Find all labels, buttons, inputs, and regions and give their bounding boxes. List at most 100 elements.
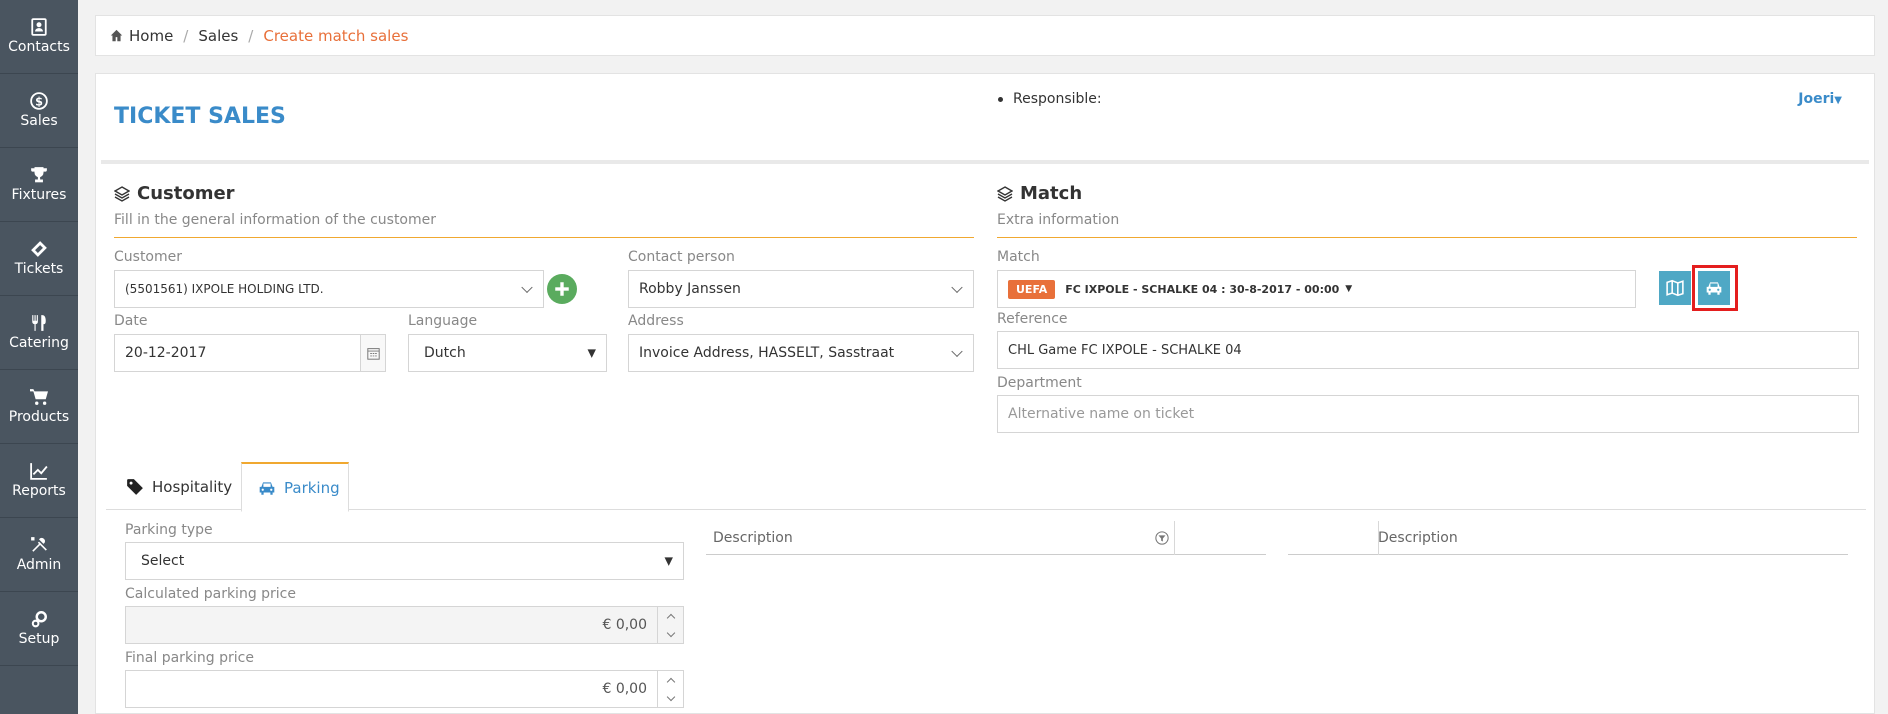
match-select[interactable]: UEFA FC IXPOLE - SCHALKE 04 : 30-8-2017 …	[997, 270, 1636, 308]
sidebar-item-label: Tickets	[14, 261, 64, 277]
calculated-price-stepper[interactable]	[657, 607, 683, 643]
breadcrumb-home[interactable]: Home	[129, 27, 173, 45]
stepper-down-icon[interactable]	[658, 625, 683, 643]
trophy-icon	[31, 167, 47, 183]
sidebar-item-setup[interactable]: Setup	[0, 592, 78, 666]
reference-value: CHL Game FC IXPOLE - SCHALKE 04	[1008, 342, 1242, 358]
customer-label: Customer	[114, 249, 183, 265]
calculated-price-input[interactable]: € 0,00	[125, 606, 684, 644]
contact-person-label: Contact person	[628, 249, 735, 265]
final-price-stepper[interactable]	[657, 671, 683, 707]
sidebar-item-products[interactable]: Products	[0, 370, 78, 444]
breadcrumb-separator: /	[248, 26, 254, 45]
calendar-button[interactable]	[360, 335, 385, 371]
parking-type-label: Parking type	[125, 522, 213, 538]
reference-label: Reference	[997, 311, 1068, 327]
breadcrumb-sales[interactable]: Sales	[198, 27, 238, 45]
caret-down-icon: ▼	[1345, 284, 1353, 294]
language-select[interactable]: Dutch ▼	[408, 334, 607, 372]
caret-down-icon: ▼	[1834, 95, 1842, 106]
tab-hospitality[interactable]: Hospitality	[114, 462, 239, 512]
customer-section-title: Customer	[114, 183, 235, 204]
department-input[interactable]: Alternative name on ticket	[997, 395, 1859, 433]
left-grid-description-header[interactable]: Description	[713, 530, 793, 546]
match-value: FC IXPOLE - SCHALKE 04 : 30-8-2017 - 00:…	[1065, 282, 1340, 296]
match-divider	[997, 237, 1857, 238]
stepper-down-icon[interactable]	[658, 689, 683, 707]
customer-subtitle: Fill in the general information of the c…	[114, 212, 436, 228]
layers-icon	[997, 185, 1013, 202]
bullet-icon	[998, 96, 1003, 102]
date-value: 20-12-2017	[125, 345, 207, 361]
sidebar-item-label: Contacts	[8, 39, 70, 55]
ticket-icon	[31, 241, 47, 257]
sidebar-item-fixtures[interactable]: Fixtures	[0, 148, 78, 222]
column-divider	[1378, 521, 1379, 555]
sidebar-item-label: Fixtures	[11, 187, 67, 203]
home-icon	[110, 29, 123, 42]
sidebar-item-label: Setup	[18, 631, 60, 647]
car-icon	[259, 481, 275, 495]
responsible-text: Responsible:	[1013, 91, 1102, 107]
language-label: Language	[408, 313, 478, 329]
contact-person-value: Robby Janssen	[639, 281, 741, 297]
right-grid-header: Description	[1288, 521, 1848, 555]
customer-select[interactable]: (5501561) IXPOLE HOLDING LTD.	[114, 270, 544, 308]
sidebar-item-label: Catering	[9, 335, 69, 351]
main-panel: TICKET SALES Responsible: Joeri▼ Custome…	[95, 73, 1875, 714]
header-divider	[101, 160, 1869, 164]
breadcrumb-separator: /	[183, 26, 189, 45]
stepper-up-icon[interactable]	[658, 607, 683, 625]
sidebar-item-reports[interactable]: Reports	[0, 444, 78, 518]
map-button[interactable]	[1659, 271, 1691, 305]
sidebar-item-admin[interactable]: Admin	[0, 518, 78, 592]
customer-value: (5501561) IXPOLE HOLDING LTD.	[125, 282, 324, 296]
filter-icon[interactable]	[1155, 531, 1169, 545]
left-grid-header: Description	[706, 521, 1266, 555]
user-name: Joeri	[1798, 91, 1835, 107]
match-label: Match	[997, 249, 1040, 265]
contact-person-select[interactable]: Robby Janssen	[628, 270, 974, 308]
sidebar: Contacts $ Sales Fixtures Tickets Cateri…	[0, 0, 78, 714]
reference-input[interactable]: CHL Game FC IXPOLE - SCHALKE 04	[997, 331, 1859, 369]
stepper-up-icon[interactable]	[658, 671, 683, 689]
department-label: Department	[997, 375, 1082, 391]
customer-title-text: Customer	[137, 183, 235, 204]
address-select[interactable]: Invoice Address, HASSELT, Sasstraat	[628, 334, 974, 372]
date-label: Date	[114, 313, 148, 329]
final-price-value: € 0,00	[602, 681, 647, 697]
add-customer-button[interactable]	[547, 274, 577, 304]
final-price-input[interactable]: € 0,00	[125, 670, 684, 708]
sidebar-item-label: Admin	[16, 557, 62, 573]
sidebar-item-contacts[interactable]: Contacts	[0, 0, 78, 74]
caret-down-icon: ▼	[664, 554, 673, 568]
sidebar-item-catering[interactable]: Catering	[0, 296, 78, 370]
plus-icon	[555, 282, 569, 296]
sidebar-item-tickets[interactable]: Tickets	[0, 222, 78, 296]
sidebar-item-sales[interactable]: $ Sales	[0, 74, 78, 148]
chart-icon	[30, 463, 48, 480]
breadcrumb-current: Create match sales	[263, 26, 409, 45]
cutlery-icon	[32, 315, 46, 331]
language-value: Dutch	[424, 345, 466, 361]
calculated-price-value: € 0,00	[602, 617, 647, 633]
address-value: Invoice Address, HASSELT, Sasstraat	[639, 345, 895, 361]
caret-down-icon: ▼	[587, 346, 596, 360]
page-title: TICKET SALES	[114, 104, 286, 129]
user-dropdown[interactable]: Joeri▼	[1798, 91, 1842, 107]
right-grid-description-header[interactable]: Description	[1378, 530, 1458, 546]
cart-icon	[30, 389, 48, 405]
department-placeholder: Alternative name on ticket	[1008, 406, 1195, 422]
sidebar-item-label: Products	[8, 409, 70, 425]
tab-parking[interactable]: Parking	[241, 462, 349, 512]
date-input[interactable]: 20-12-2017	[114, 334, 386, 372]
match-section-title: Match	[997, 183, 1082, 204]
customer-divider	[114, 237, 974, 238]
tab-label: Parking	[284, 478, 340, 497]
parking-type-select[interactable]: Select ▼	[125, 542, 684, 580]
contacts-icon	[31, 18, 47, 36]
highlight-box	[1692, 265, 1738, 311]
breadcrumb: Home / Sales / Create match sales	[95, 15, 1875, 56]
chevron-down-icon	[521, 281, 533, 294]
calculated-price-label: Calculated parking price	[125, 586, 296, 602]
